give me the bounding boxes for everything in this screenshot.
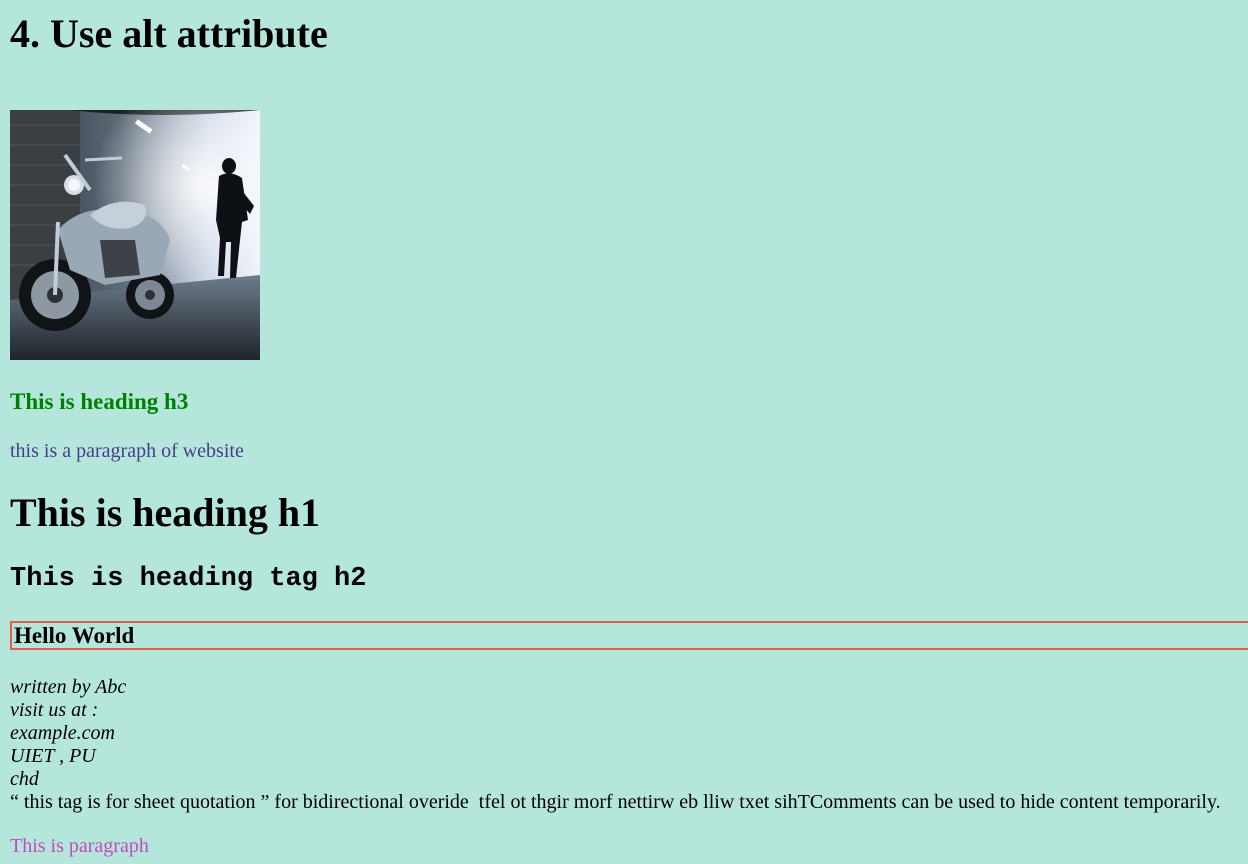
address-line: chd bbox=[10, 768, 39, 790]
heading-h1: This is heading h1 bbox=[10, 490, 321, 535]
address-block: written by Abc visit us at : example.com… bbox=[10, 676, 126, 791]
paragraph-bottom: This is paragraph bbox=[10, 835, 149, 857]
address-line: visit us at : bbox=[10, 699, 99, 721]
paragraph-website: this is a paragraph of website bbox=[10, 440, 244, 462]
heading-h3: This is heading h3 bbox=[10, 389, 189, 414]
address-line: written by Abc bbox=[10, 676, 127, 698]
boxed-heading: Hello World bbox=[10, 621, 1248, 650]
page-title: 4. Use alt attribute bbox=[10, 11, 328, 56]
heading-h2: This is heading tag h2 bbox=[10, 564, 367, 594]
inline-text-line: “ this tag is for sheet quotation ” for … bbox=[10, 791, 1221, 813]
motorcycle-image bbox=[10, 110, 260, 360]
address-line: example.com bbox=[10, 722, 115, 744]
short-quotation: this tag is for sheet quotation bbox=[23, 791, 256, 813]
comments-text: Comments can be used to hide content tem… bbox=[809, 791, 1221, 813]
address-line: UIET , PU bbox=[10, 745, 96, 767]
bidi-override-text: This text will be written from right to … bbox=[478, 791, 810, 813]
bidi-label: for bidirectional overide bbox=[269, 791, 479, 813]
